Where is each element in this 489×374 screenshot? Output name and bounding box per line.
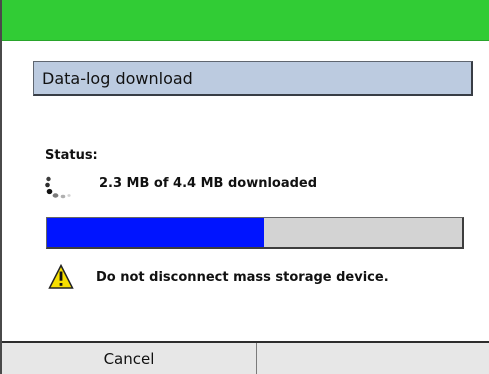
download-status: 2.3 MB of 4.4 MB downloaded [99,176,318,191]
right-softkey[interactable] [257,343,489,374]
status-strip [2,0,489,41]
busy-spinner-icon [43,174,78,204]
cancel-button[interactable]: Cancel [2,343,257,374]
download-progress-bar [46,217,464,249]
device-screen: Data-log download Status: 2.3 MB of 4.4 … [0,0,489,374]
warning-message: Do not disconnect mass storage device. [96,270,389,285]
dialog-title-bar: Data-log download [33,61,473,96]
dialog-title: Data-log download [42,69,193,88]
download-progress-fill [47,218,265,247]
softkey-bar: Cancel [2,341,489,374]
cancel-button-label: Cancel [103,349,155,368]
warning-triangle-icon [48,263,74,290]
status-label: Status: [45,148,98,163]
